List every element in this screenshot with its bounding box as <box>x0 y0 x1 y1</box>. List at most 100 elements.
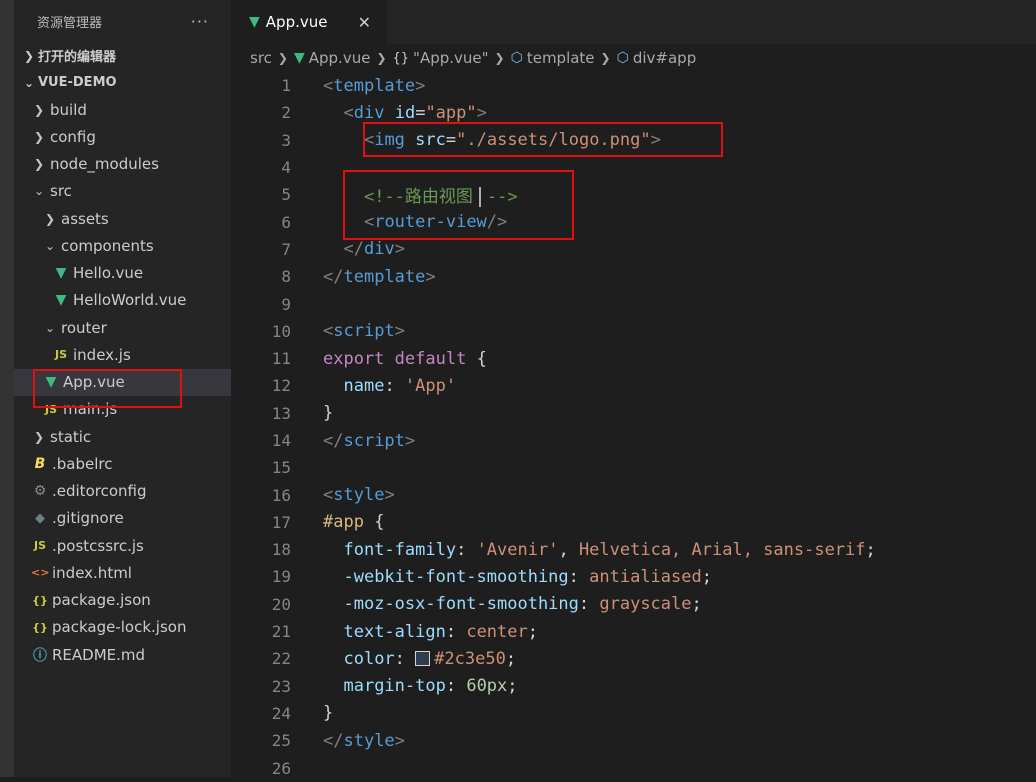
tree-item-label: HelloWorld.vue <box>73 291 187 310</box>
vue-file-icon: ▼ <box>45 374 57 391</box>
tree-item[interactable]: ⌄ router <box>14 314 231 341</box>
line-number: 23 <box>271 676 291 696</box>
tree-item-label: components <box>61 236 154 255</box>
chevron-right-icon: ❯ <box>33 102 45 117</box>
line-number: 12 <box>271 376 291 396</box>
open-editors-label: 打开的编辑器 <box>38 50 117 65</box>
tree-item-label: assets <box>61 209 109 228</box>
code-line: 6 <router-view/> <box>231 208 1036 235</box>
tree-item[interactable]: ⌄ src <box>14 178 231 205</box>
color-swatch[interactable] <box>415 651 431 667</box>
line-number: 7 <box>281 239 291 259</box>
tree-item[interactable]: {} package-lock.json <box>14 614 231 641</box>
breadcrumb: src ❯ ▼ App.vue ❯ {} "App.vue" ❯ ⬡ templ… <box>231 44 1036 72</box>
tree-item[interactable]: JS main.js <box>14 396 231 423</box>
gear-icon: ⚙ <box>33 483 47 500</box>
tree-item-label: .gitignore <box>52 509 124 528</box>
line-number: 19 <box>271 567 291 587</box>
code-line: 23 margin-top: 60px; <box>231 673 1036 700</box>
code-line: 12 name: 'App' <box>231 372 1036 399</box>
tree-item[interactable]: ❯ config <box>14 123 231 150</box>
tree-item[interactable]: B .babelrc <box>14 450 231 477</box>
code-editor[interactable]: 1 <template> 2 <div id="app"> 3 <img src=… <box>231 72 1036 782</box>
line-number: 15 <box>271 458 291 478</box>
tree-item[interactable]: ◆ .gitignore <box>14 505 231 532</box>
tree-item-label: .postcssrc.js <box>52 536 144 555</box>
tree-item-label: src <box>50 182 72 201</box>
project-section[interactable]: ⌄ VUE-DEMO <box>14 69 231 96</box>
code-line: 1 <template> <box>231 72 1036 99</box>
tree-item[interactable]: {} package.json <box>14 587 231 614</box>
code-line: 8 </template> <box>231 263 1036 290</box>
chevron-right-icon: ❯ <box>44 211 56 226</box>
line-number: 18 <box>271 540 291 560</box>
line-number: 2 <box>281 103 291 123</box>
tree-item[interactable]: ❯ static <box>14 423 231 450</box>
breadcrumb-item-module[interactable]: "App.vue" <box>413 49 488 67</box>
cube-icon: ⬡ <box>616 50 629 66</box>
more-actions-icon[interactable]: ··· <box>191 12 209 31</box>
line-number: 9 <box>281 294 291 314</box>
tree-item-label: .editorconfig <box>52 482 147 501</box>
chevron-down-icon: ⌄ <box>23 75 35 90</box>
project-label: VUE-DEMO <box>38 75 117 90</box>
tree-item-label: node_modules <box>50 155 159 174</box>
tree-item[interactable]: ▼ Hello.vue <box>14 260 231 287</box>
editor-area: ▼ App.vue ✕ src ❯ ▼ App.vue ❯ {} "App.vu… <box>231 0 1036 778</box>
tree-item[interactable]: ▼ HelloWorld.vue <box>14 287 231 314</box>
code-line: 24} <box>231 700 1036 727</box>
js-file-icon: JS <box>33 539 46 553</box>
breadcrumb-item-template[interactable]: template <box>527 49 595 67</box>
line-number: 22 <box>271 649 291 669</box>
code-line: 16 <style> <box>231 481 1036 508</box>
tree-item[interactable]: JS index.js <box>14 341 231 368</box>
vue-file-icon: ▼ <box>293 50 305 66</box>
tree-item-label: README.md <box>52 645 146 664</box>
tree-item-label: index.html <box>52 563 132 582</box>
tree-item-label: .babelrc <box>52 454 113 473</box>
explorer-sidebar: 资源管理器 ··· ❯ 打开的编辑器 ⌄ VUE-DEMO ❯ build ❯ con… <box>14 0 231 777</box>
line-number: 17 <box>271 512 291 532</box>
tab-app-vue[interactable]: ▼ App.vue ✕ <box>231 0 387 44</box>
code-line: 11 export default { <box>231 345 1036 372</box>
json-file-icon: {} <box>32 593 48 607</box>
info-icon: ⓘ <box>33 647 47 664</box>
close-icon[interactable]: ✕ <box>358 13 371 32</box>
line-number: 3 <box>281 130 291 150</box>
tree-item-label: App.vue <box>63 373 125 392</box>
braces-icon: {} <box>392 50 410 66</box>
tree-item[interactable]: ⌄ components <box>14 232 231 259</box>
tree-item[interactable]: ❯ build <box>14 96 231 123</box>
chevron-right-icon: ❯ <box>600 51 611 65</box>
code-line: 3 <img src="./assets/logo.png"> <box>231 127 1036 154</box>
tree-item[interactable]: ❯ node_modules <box>14 151 231 178</box>
tree-item[interactable]: ⓘ README.md <box>14 641 231 668</box>
cube-icon: ⬡ <box>510 50 523 66</box>
open-editors-section[interactable]: ❯ 打开的编辑器 <box>14 42 231 69</box>
line-number: 20 <box>271 594 291 614</box>
tree-item-label: package-lock.json <box>52 618 187 637</box>
line-number: 21 <box>271 622 291 642</box>
line-number: 24 <box>271 703 291 723</box>
tree-item[interactable]: ⚙ .editorconfig <box>14 478 231 505</box>
tree-item[interactable]: ▼ App.vue <box>14 368 231 396</box>
tree-item[interactable]: ❯ assets <box>14 205 231 232</box>
chevron-down-icon: ⌄ <box>44 238 56 253</box>
line-number: 10 <box>271 321 291 341</box>
breadcrumb-item-src[interactable]: src <box>250 49 272 67</box>
breadcrumb-item-file[interactable]: App.vue <box>309 49 371 67</box>
tree-item[interactable]: JS .postcssrc.js <box>14 532 231 559</box>
chevron-right-icon: ❯ <box>376 51 387 65</box>
tree-item[interactable]: <> index.html <box>14 559 231 586</box>
breadcrumb-item-div[interactable]: div#app <box>633 49 696 67</box>
explorer-header: 资源管理器 ··· <box>14 0 231 42</box>
js-file-icon: JS <box>44 402 57 416</box>
code-line: 17 #app { <box>231 509 1036 536</box>
code-line: 14 </script> <box>231 427 1036 454</box>
line-number: 8 <box>281 267 291 287</box>
chevron-down-icon: ⌄ <box>44 320 56 335</box>
code-line: 20 -moz-osx-font-smoothing: grayscale; <box>231 591 1036 618</box>
chevron-right-icon: ❯ <box>494 51 505 65</box>
explorer-title: 资源管理器 <box>37 15 103 31</box>
js-file-icon: JS <box>54 348 67 362</box>
